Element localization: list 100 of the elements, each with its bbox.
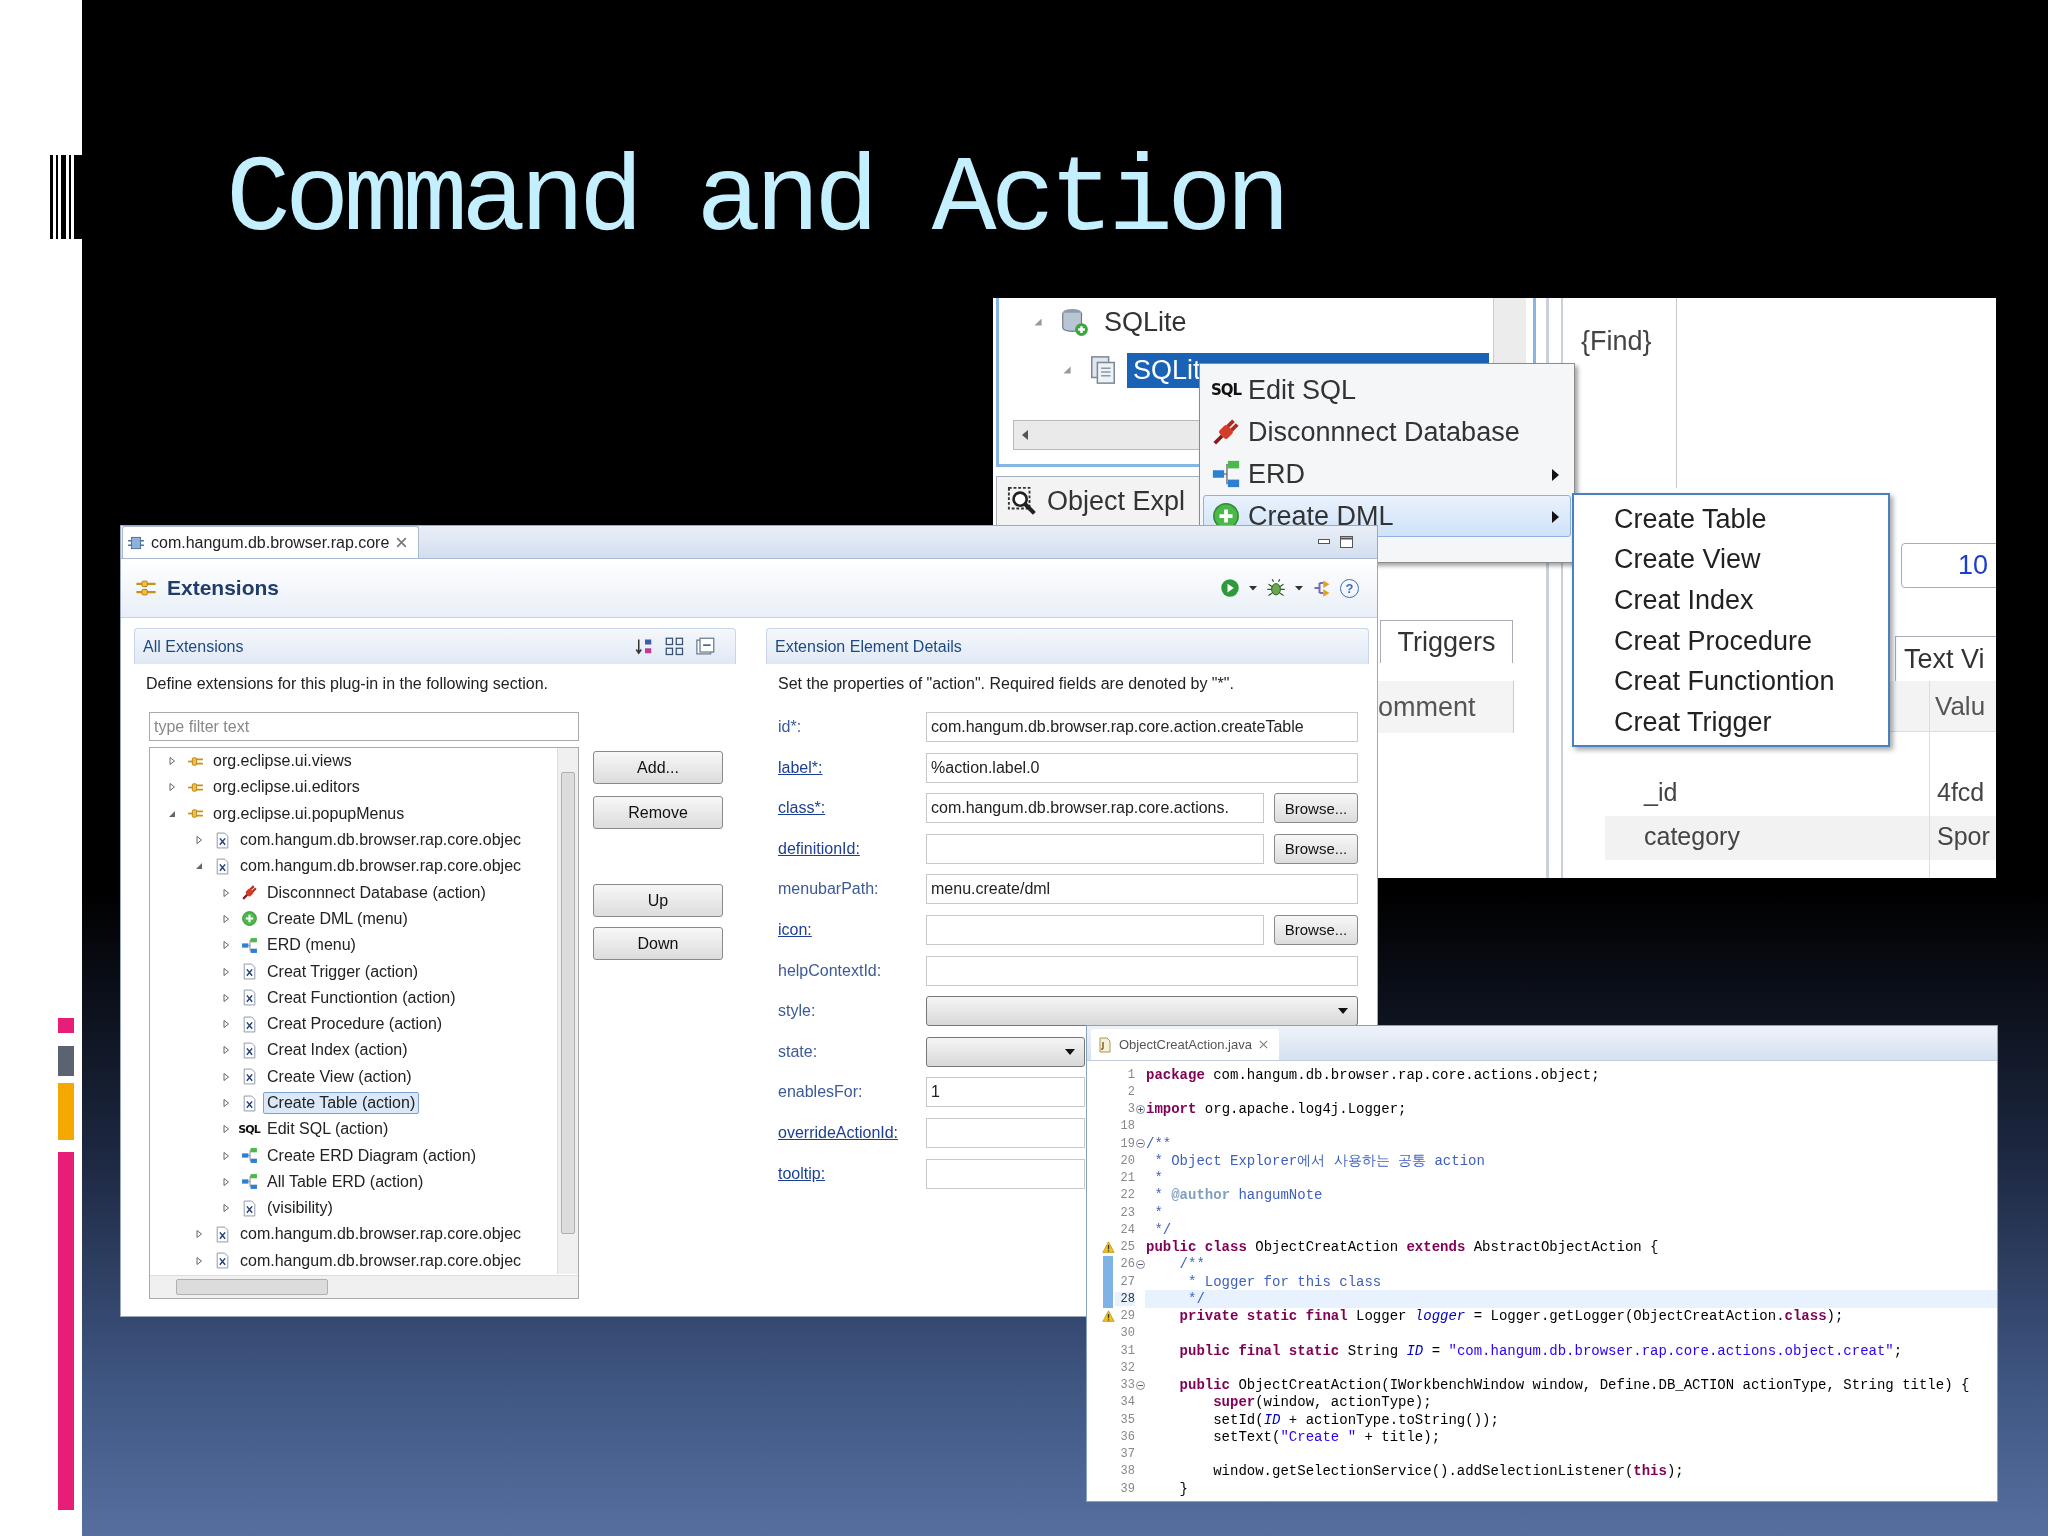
dropdown-caret-icon[interactable] — [1064, 1047, 1076, 1056]
tree-layout-icon[interactable] — [665, 636, 685, 657]
field-link[interactable]: definitionId: — [778, 839, 926, 858]
dropdown[interactable] — [926, 996, 1358, 1027]
expander-icon[interactable] — [221, 1045, 231, 1056]
expander-icon[interactable] — [167, 782, 177, 793]
editor-tab[interactable]: ObjectCreatAction.java — [1091, 1029, 1279, 1060]
menu-item[interactable]: Creat Trigger — [1574, 701, 1888, 743]
close-icon[interactable] — [395, 536, 409, 549]
menu-item[interactable]: SQL Edit SQL — [1203, 369, 1571, 411]
tree-item[interactable]: Create DML (menu) — [263, 907, 412, 930]
menu-item[interactable]: Create View — [1574, 539, 1888, 581]
tree-item[interactable]: Create Table (action) — [263, 1092, 420, 1114]
expander-icon[interactable] — [221, 1203, 231, 1214]
dropdown[interactable] — [926, 1036, 1085, 1067]
minimize-icon[interactable] — [1318, 539, 1330, 545]
tree-item[interactable]: Creat Trigger (action) — [263, 960, 423, 983]
expander-icon[interactable] — [1061, 364, 1073, 376]
text-field[interactable] — [926, 833, 1264, 864]
tree-item[interactable]: Edit SQL (action) — [263, 1118, 393, 1141]
field-link[interactable]: class*: — [778, 799, 926, 818]
tree-item[interactable]: org.eclipse.ui.popupMenus — [209, 802, 409, 825]
vertical-scrollbar[interactable] — [557, 748, 578, 1274]
run-icon[interactable] — [1220, 578, 1240, 598]
field-link[interactable]: tooltip: — [778, 1164, 926, 1183]
tree-item[interactable]: com.hangum.db.browser.rap.core.objec — [236, 855, 526, 878]
text-field[interactable] — [926, 955, 1358, 986]
text-field[interactable] — [926, 1158, 1085, 1189]
text-field[interactable]: com.hangum.db.browser.rap.core.action.createTable — [926, 712, 1358, 742]
expander-icon[interactable] — [221, 992, 231, 1003]
action-button[interactable]: Up — [593, 884, 723, 917]
text-field[interactable]: com.hangum.db.browser.rap.core.actions. — [926, 793, 1264, 824]
tree-item[interactable]: com.hangum.db.browser.rap.core.objec — [236, 1249, 526, 1272]
maximize-icon[interactable] — [1340, 536, 1353, 548]
browse-button[interactable]: Browse... — [1274, 793, 1358, 824]
collapse-all-icon[interactable] — [695, 636, 715, 657]
expander-icon[interactable] — [194, 1229, 204, 1240]
bug-icon[interactable] — [1266, 578, 1286, 598]
tree-item[interactable]: All Table ERD (action) — [263, 1170, 428, 1193]
tree-item[interactable]: Disconnnect Database (action) — [263, 881, 490, 904]
dropdown-caret-icon[interactable] — [1294, 584, 1304, 592]
expander-icon[interactable] — [167, 756, 177, 767]
plugin-icon[interactable] — [1312, 578, 1332, 598]
close-icon[interactable] — [1257, 1039, 1269, 1050]
tree-item[interactable]: Creat Functiontion (action) — [263, 986, 460, 1009]
expander-icon[interactable] — [221, 1019, 231, 1030]
fold-icon[interactable] — [1136, 1259, 1145, 1269]
action-button[interactable]: Remove — [593, 796, 723, 829]
tree-item[interactable]: Creat Procedure (action) — [263, 1013, 447, 1036]
expander-icon[interactable] — [194, 835, 204, 846]
tree-item[interactable]: com.hangum.db.browser.rap.core.objec — [236, 1223, 526, 1246]
expander-icon[interactable] — [221, 940, 231, 951]
text-field[interactable]: menu.create/dml — [926, 874, 1358, 905]
text-field[interactable] — [926, 914, 1264, 945]
text-field[interactable]: %action.label.0 — [926, 752, 1358, 783]
tree-item[interactable]: (visibility) — [263, 1197, 337, 1220]
expander-icon[interactable] — [221, 1124, 231, 1135]
triggers-tab[interactable]: Triggers — [1380, 620, 1513, 663]
tree-item[interactable]: Create View (action) — [263, 1065, 416, 1088]
field-link[interactable]: label*: — [778, 758, 926, 777]
filter-field[interactable]: type filter text — [149, 712, 579, 741]
action-button[interactable]: Add... — [593, 751, 723, 784]
menu-item[interactable]: Creat Procedure — [1574, 620, 1888, 662]
browse-button[interactable]: Browse... — [1274, 833, 1358, 864]
tree-item[interactable]: Creat Index (action) — [263, 1039, 412, 1062]
menu-item[interactable]: Create Table — [1574, 499, 1888, 540]
expander-icon[interactable] — [194, 861, 204, 872]
input-field[interactable]: 10 — [1901, 543, 1996, 588]
expander-icon[interactable] — [1032, 316, 1044, 328]
expander-icon[interactable] — [221, 1176, 231, 1187]
menu-item[interactable]: Disconnnect Database — [1203, 411, 1571, 453]
tree-item[interactable]: SQLite — [1098, 304, 1193, 340]
tree-item[interactable]: org.eclipse.ui.editors — [209, 776, 364, 799]
expander-icon[interactable] — [194, 1255, 204, 1266]
menu-item[interactable]: Creat Index — [1574, 580, 1888, 621]
browse-button[interactable]: Browse... — [1274, 914, 1358, 945]
text-view-tab[interactable]: Text Vi — [1895, 636, 1996, 682]
expander-icon[interactable] — [221, 913, 231, 924]
tree-item[interactable]: Create ERD Diagram (action) — [263, 1144, 480, 1167]
horizontal-scrollbar[interactable] — [150, 1275, 578, 1298]
expander-icon[interactable] — [221, 1071, 231, 1082]
dropdown-caret-icon[interactable] — [1337, 1007, 1349, 1016]
action-button[interactable]: Down — [593, 927, 723, 960]
text-field[interactable] — [926, 1117, 1085, 1148]
text-field[interactable]: 1 — [926, 1077, 1085, 1108]
expander-icon[interactable] — [221, 887, 231, 898]
tree-item[interactable]: com.hangum.db.browser.rap.core.objec — [236, 829, 526, 852]
dropdown-caret-icon[interactable] — [1248, 584, 1258, 592]
menu-item[interactable]: Creat Functiontion — [1574, 661, 1888, 702]
field-link[interactable]: overrideActionId: — [778, 1123, 926, 1142]
fold-icon[interactable] — [1136, 1139, 1145, 1149]
editor-tab[interactable]: com.hangum.db.browser.rap.core — [122, 526, 420, 558]
field-link[interactable]: icon: — [778, 920, 926, 939]
expander-icon[interactable] — [221, 1098, 231, 1108]
expander-icon[interactable] — [221, 1150, 231, 1161]
tree-item[interactable]: org.eclipse.ui.views — [209, 750, 356, 773]
fold-icon[interactable] — [1136, 1380, 1145, 1390]
fold-icon[interactable] — [1136, 1104, 1145, 1114]
tree-item[interactable]: ERD (menu) — [263, 934, 360, 957]
expander-icon[interactable] — [221, 966, 231, 977]
